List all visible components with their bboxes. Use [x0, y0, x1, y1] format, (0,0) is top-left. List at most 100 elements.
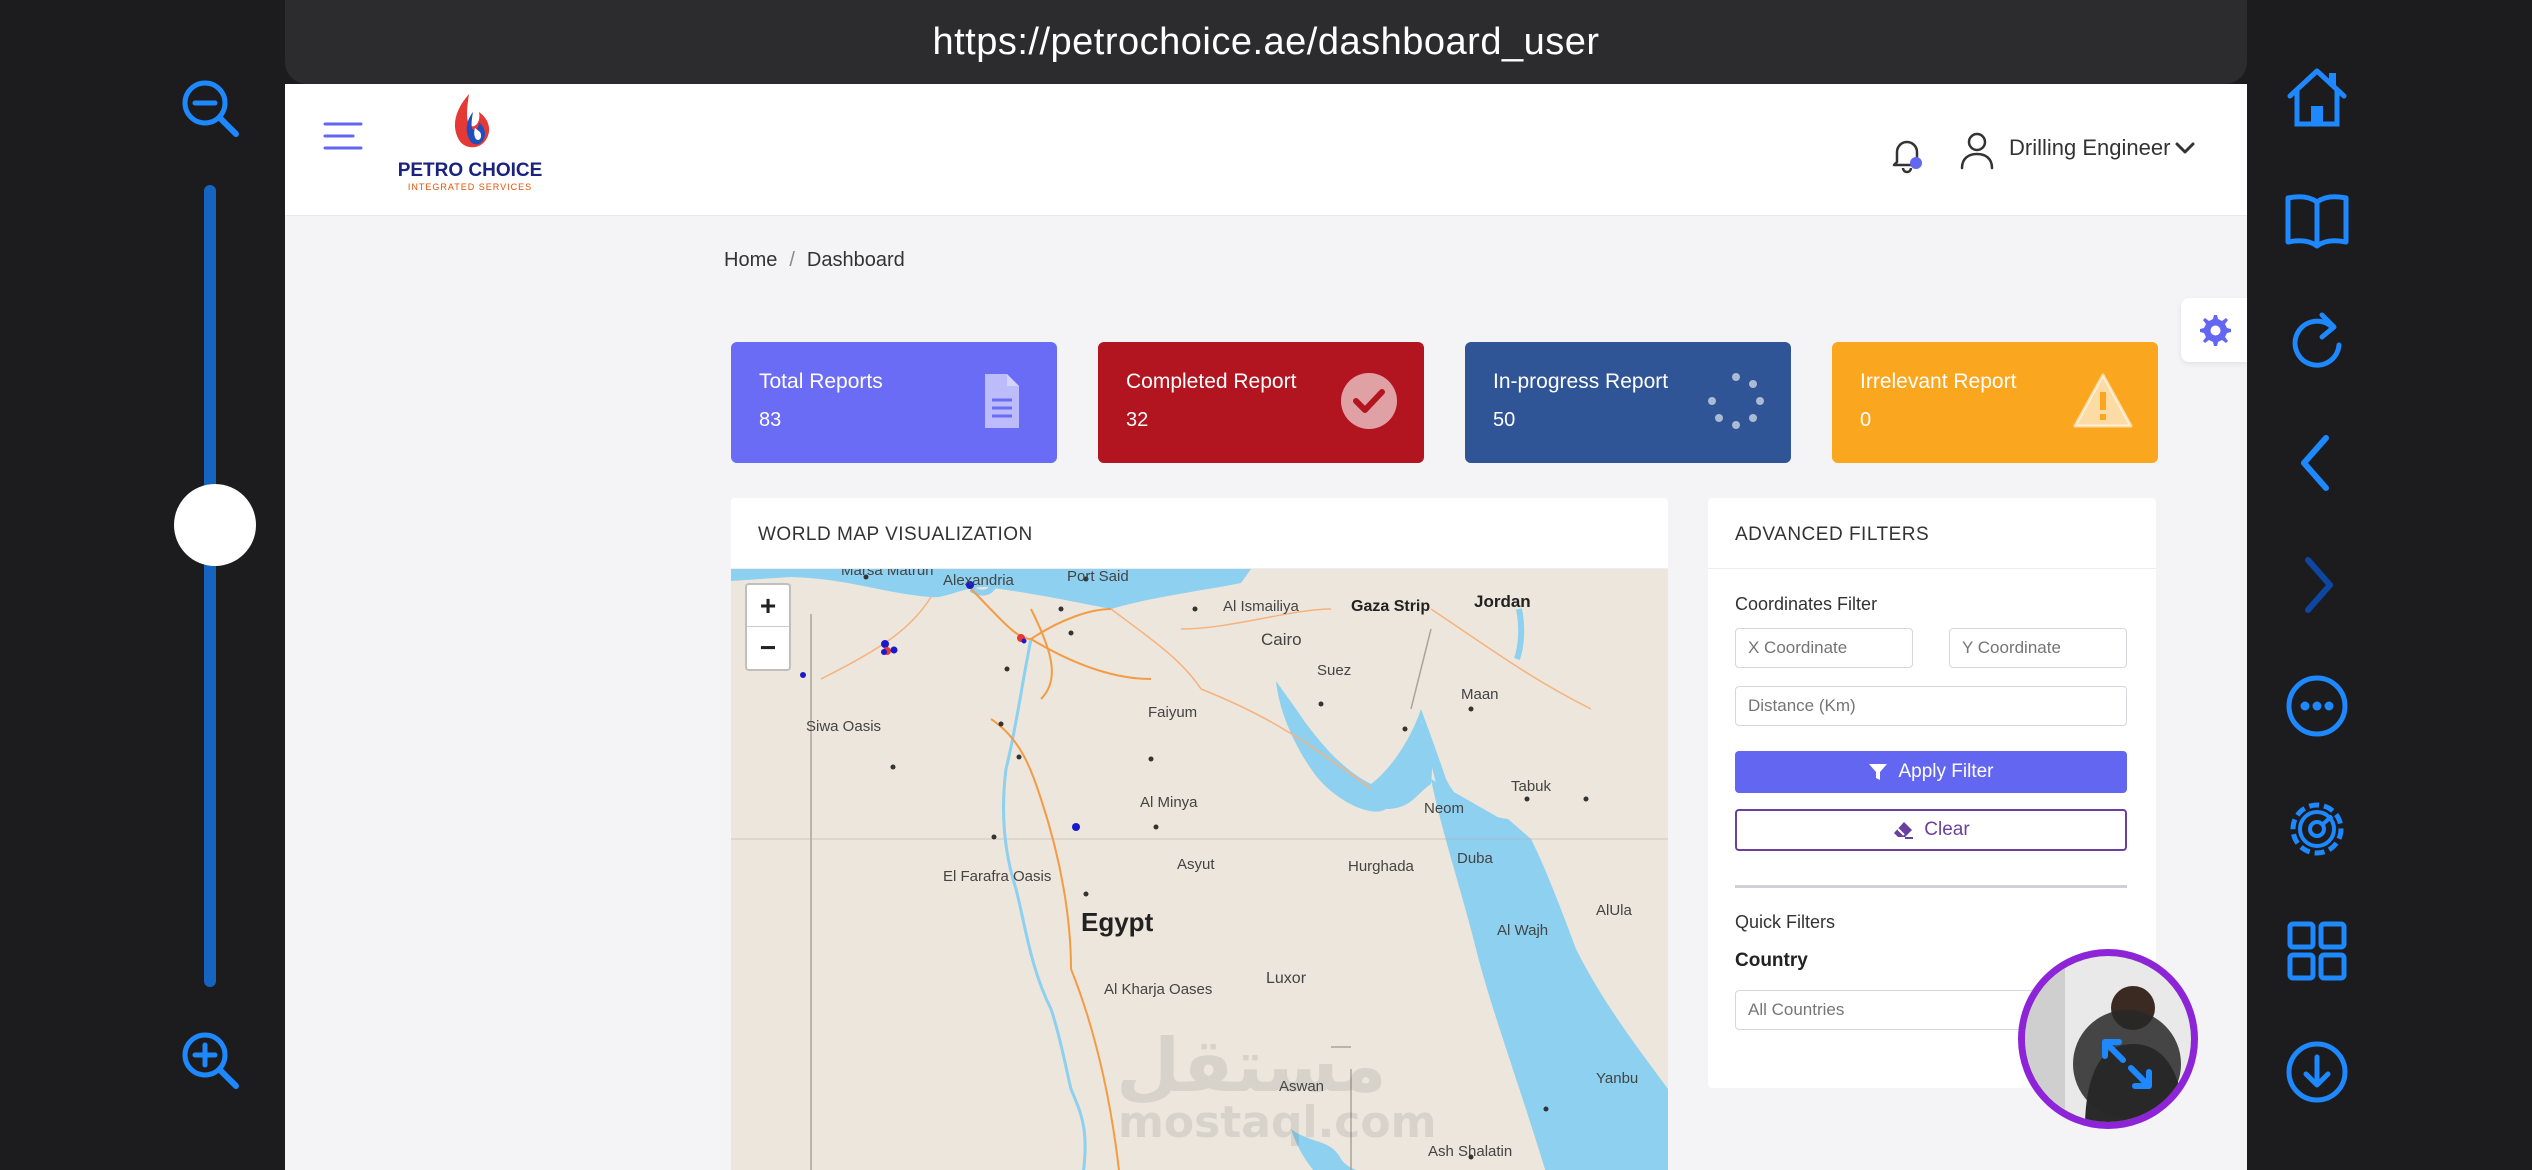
- card-irrelevant-report[interactable]: Irrelevant Report 0: [1832, 342, 2158, 463]
- warning-icon: [2072, 370, 2134, 432]
- map-markers[interactable]: [800, 581, 1080, 831]
- card-title: In-progress Report: [1493, 370, 1669, 393]
- card-title: Total Reports: [759, 370, 883, 393]
- coordinates-filter-label: Coordinates Filter: [1735, 594, 1878, 614]
- y-coordinate-input[interactable]: [1949, 628, 2127, 668]
- web-page: PETRO CHOICE INTEGRATED SERVICES Drillin…: [285, 84, 2247, 1170]
- map-label: Yanbu: [1596, 1070, 1638, 1087]
- x-coordinate-input[interactable]: [1735, 628, 1913, 668]
- map-panel-title: WORLD MAP VISUALIZATION: [758, 524, 1033, 545]
- map-zoom-in-button[interactable]: +: [747, 585, 789, 627]
- file-icon: [971, 370, 1033, 432]
- map-label: AlUla: [1596, 902, 1633, 919]
- eraser-icon: [1894, 822, 1914, 839]
- map-label: Duba: [1457, 850, 1494, 867]
- map-label: Al Minya: [1140, 794, 1198, 811]
- map-label: Alexandria: [943, 572, 1015, 589]
- watermark-latin: mostaql.com: [1118, 1097, 1436, 1148]
- map-label: Faiyum: [1148, 704, 1197, 721]
- map-panel: WORLD MAP VISUALIZATION Marsa Matruh Ale…: [731, 498, 1668, 1170]
- company-logo[interactable]: PETRO CHOICE INTEGRATED SERVICES: [395, 88, 545, 200]
- zoom-in-icon[interactable]: [178, 1028, 244, 1094]
- card-value: 83: [759, 409, 782, 431]
- card-title: Completed Report: [1126, 370, 1297, 393]
- customizer-toggle[interactable]: [2181, 298, 2247, 362]
- card-value: 0: [1860, 409, 1872, 431]
- map-label: Suez: [1317, 662, 1351, 679]
- flame-logo-icon: [454, 94, 490, 148]
- address-bar[interactable]: https://petrochoice.ae/dashboard_user: [285, 0, 2247, 84]
- filters-divider: [1735, 885, 2127, 888]
- reload-icon[interactable]: [2280, 305, 2354, 379]
- map-label: Cairo: [1261, 630, 1302, 649]
- zoom-out-icon[interactable]: [178, 76, 244, 142]
- left-control-rail: [0, 0, 285, 1170]
- presenter-thumbnail: [2025, 956, 2191, 1122]
- gear-icon: [2200, 315, 2231, 346]
- breadcrumb: Home / Dashboard: [724, 249, 905, 272]
- notification-bell-icon[interactable]: [1887, 134, 1927, 174]
- user-avatar-icon[interactable]: [1955, 128, 1999, 172]
- filters-panel-header: ADVANCED FILTERS: [1708, 498, 2156, 569]
- map-label: Egypt: [1081, 907, 1154, 937]
- clear-label: Clear: [1924, 819, 1970, 840]
- user-name[interactable]: Drilling Engineer: [2009, 135, 2170, 161]
- spinner-icon: [1705, 370, 1767, 432]
- map-label: Port Said: [1067, 569, 1129, 585]
- card-title: Irrelevant Report: [1860, 370, 2017, 393]
- map-label: Siwa Oasis: [806, 718, 881, 735]
- filter-icon: [1869, 764, 1888, 780]
- watermark: مستقل mostaql.com: [1116, 1023, 1436, 1148]
- card-total-reports[interactable]: Total Reports 83: [731, 342, 1057, 463]
- map-label: Al Kharja Oases: [1104, 981, 1212, 998]
- breadcrumb-current: Dashboard: [806, 249, 905, 271]
- quick-filters-label: Quick Filters: [1735, 912, 1836, 932]
- map-label: Maan: [1461, 686, 1499, 703]
- apply-filter-button[interactable]: Apply Filter: [1735, 751, 2127, 793]
- map-label: Al Wajh: [1497, 922, 1548, 939]
- home-icon[interactable]: [2280, 60, 2354, 134]
- top-navbar: PETRO CHOICE INTEGRATED SERVICES Drillin…: [285, 84, 2247, 216]
- breadcrumb-home[interactable]: Home: [724, 249, 777, 271]
- map-label: Tabuk: [1511, 778, 1552, 795]
- logo-title: PETRO CHOICE: [397, 160, 543, 181]
- filters-panel-title: ADVANCED FILTERS: [1735, 524, 1930, 545]
- floating-video-bubble[interactable]: [2018, 949, 2198, 1129]
- map-label: Ash Shalatin: [1428, 1143, 1512, 1160]
- check-circle-icon: [1338, 370, 1400, 432]
- map-zoom-control: + −: [745, 583, 791, 671]
- back-icon[interactable]: [2280, 426, 2354, 500]
- map-label: Luxor: [1266, 970, 1307, 987]
- country-label: Country: [1735, 950, 1808, 971]
- breadcrumb-separator: /: [789, 249, 795, 271]
- clear-button[interactable]: Clear: [1735, 809, 2127, 851]
- chevron-down-icon[interactable]: [2173, 136, 2197, 160]
- map-label: Hurghada: [1348, 858, 1415, 875]
- logo-subtitle: INTEGRATED SERVICES: [407, 182, 533, 192]
- more-icon[interactable]: [2280, 669, 2354, 743]
- grid-icon[interactable]: [2280, 914, 2354, 988]
- menu-toggle-icon[interactable]: [323, 116, 363, 156]
- forward-icon[interactable]: [2280, 548, 2354, 622]
- map-label: El Farafra Oasis: [943, 868, 1051, 885]
- map-zoom-out-button[interactable]: −: [747, 627, 789, 668]
- distance-input[interactable]: [1735, 686, 2127, 726]
- map-label: Al Ismailiya: [1223, 598, 1300, 615]
- world-map[interactable]: Marsa Matruh Alexandria Port Said Gaza S…: [731, 569, 1668, 1170]
- map-canvas: Marsa Matruh Alexandria Port Said Gaza S…: [731, 569, 1668, 1170]
- card-completed-report[interactable]: Completed Report 32: [1098, 342, 1424, 463]
- map-label: Neom: [1424, 800, 1464, 817]
- map-label: Marsa Matruh: [841, 569, 934, 579]
- map-label: Jordan: [1474, 592, 1531, 611]
- zoom-slider-thumb[interactable]: [174, 484, 256, 566]
- card-value: 50: [1493, 409, 1516, 431]
- map-label: Gaza Strip: [1351, 598, 1430, 615]
- book-icon[interactable]: [2280, 182, 2354, 256]
- card-in-progress-report[interactable]: In-progress Report 50: [1465, 342, 1791, 463]
- download-icon[interactable]: [2280, 1035, 2354, 1109]
- card-value: 32: [1126, 409, 1149, 431]
- zoom-slider-track[interactable]: [204, 185, 216, 987]
- apply-filter-label: Apply Filter: [1898, 761, 1994, 782]
- settings-icon[interactable]: [2280, 792, 2354, 866]
- map-panel-header: WORLD MAP VISUALIZATION: [731, 498, 1668, 569]
